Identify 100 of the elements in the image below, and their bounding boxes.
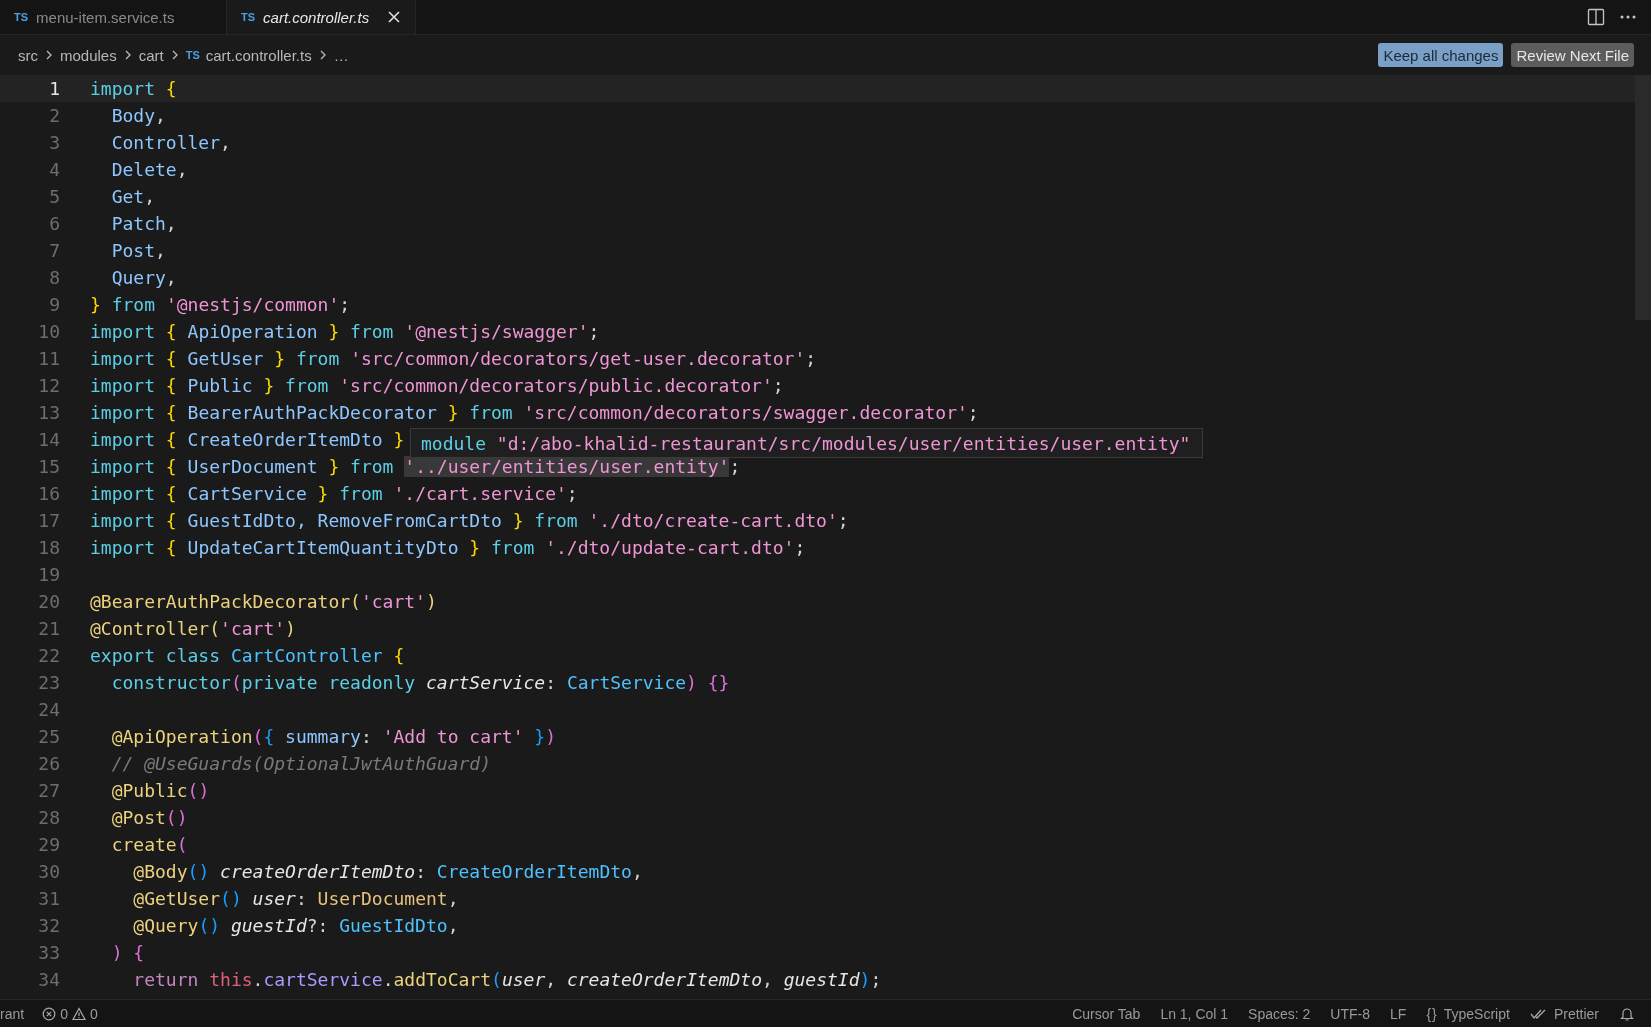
line-number: 11 bbox=[37, 348, 60, 369]
breadcrumb-item[interactable]: cart.controller.ts bbox=[205, 46, 312, 64]
line-number: 19 bbox=[37, 564, 60, 585]
line-number: 30 bbox=[37, 861, 60, 882]
editor-tab[interactable]: TS cart.controller.ts bbox=[227, 0, 417, 34]
tooltip-text: module "d:/abo-khalid-restaurant/src/modules/user/entities/user.entity" bbox=[421, 432, 1191, 454]
code-line: @Query() guestId?: GuestIdDto, bbox=[132, 915, 459, 936]
code-line: } from '@nestjs/common'; bbox=[90, 294, 351, 315]
tab-label: menu-item.service.ts bbox=[36, 8, 175, 26]
line-number: 28 bbox=[37, 807, 60, 828]
code-line: Body, bbox=[110, 105, 166, 126]
line-number: 15 bbox=[37, 456, 60, 477]
status-item[interactable]: UTF-8 bbox=[1330, 1005, 1371, 1022]
line-number: 23 bbox=[37, 672, 60, 693]
ts-label: TS bbox=[14, 11, 29, 23]
code-line: ) { bbox=[110, 942, 145, 963]
line-number: 3 bbox=[48, 132, 60, 153]
code-line: constructor(private readonly cartService: CartService) {} bbox=[110, 672, 730, 693]
code-line: Delete, bbox=[110, 159, 188, 180]
code-line: Controller, bbox=[110, 132, 231, 153]
breadcrumb-item[interactable]: modules bbox=[60, 46, 117, 64]
double-check-icon bbox=[1529, 1007, 1548, 1020]
status-item[interactable]: {} TypeScript bbox=[1426, 1005, 1510, 1022]
line-number: 6 bbox=[48, 213, 60, 234]
notification-bell-icon[interactable] bbox=[1619, 1005, 1635, 1022]
chevron-icon bbox=[123, 49, 132, 61]
line-number: 10 bbox=[37, 321, 60, 342]
breadcrumb-item[interactable]: cart bbox=[138, 46, 164, 64]
line-number: 8 bbox=[48, 267, 60, 288]
breadcrumb-more[interactable]: … bbox=[333, 46, 349, 64]
line-number: 31 bbox=[37, 888, 60, 909]
code-line: @Body() createOrderItemDto: CreateOrderItemDto, bbox=[132, 861, 643, 882]
ts-label: TS bbox=[241, 11, 256, 23]
code-line: @BearerAuthPackDecorator('cart') bbox=[90, 591, 437, 612]
code-line: import { GetUser } from 'src/common/decorators/get-user.decorator'; bbox=[90, 348, 817, 369]
warning-count: 0 bbox=[89, 1005, 98, 1022]
problems-indicator[interactable]: 0 0 bbox=[42, 1005, 98, 1022]
error-count: 0 bbox=[60, 1005, 68, 1022]
line-number: 4 bbox=[48, 159, 60, 180]
code-line: @Controller('cart') bbox=[90, 618, 296, 639]
error-icon bbox=[42, 1006, 57, 1021]
code-line: @Post() bbox=[110, 807, 188, 828]
line-number: 25 bbox=[37, 726, 60, 747]
code-line: import { CartService } from './cart.service'; bbox=[90, 483, 578, 504]
line-number: 24 bbox=[37, 699, 60, 720]
code-line: @Public() bbox=[110, 780, 210, 801]
line-number: 34 bbox=[37, 969, 60, 990]
code-line: @ApiOperation({ summary: 'Add to cart' }) bbox=[110, 726, 557, 747]
keep-changes-button[interactable]: Keep all changes bbox=[1378, 43, 1504, 67]
line-number: 20 bbox=[37, 591, 60, 612]
status-item[interactable]: Cursor Tab bbox=[1072, 1005, 1141, 1022]
code-line: import { UpdateCartItemQuantityDto } from './dto/update-cart.dto'; bbox=[90, 537, 806, 558]
code-line: Post, bbox=[110, 240, 166, 261]
code-line: import { bbox=[90, 78, 177, 99]
code-line: create( bbox=[110, 834, 188, 855]
line-number: 21 bbox=[37, 618, 60, 639]
line-number: 12 bbox=[37, 375, 60, 396]
line-number: 14 bbox=[37, 429, 60, 450]
status-label: Prettier bbox=[1553, 1005, 1599, 1022]
line-number: 18 bbox=[37, 537, 60, 558]
code-line: import { CreateOrderItemDto } bbox=[90, 429, 405, 450]
line-number: 29 bbox=[37, 834, 60, 855]
code-line: return this.cartService.addToCart(user, createOrderItemDto, guestId); bbox=[132, 969, 882, 990]
ts-label: TS bbox=[185, 49, 200, 61]
line-number: 33 bbox=[37, 942, 60, 963]
code-line: Get, bbox=[110, 186, 156, 207]
braces-glyph: {} bbox=[1426, 1005, 1438, 1022]
status-item[interactable]: LF bbox=[1390, 1005, 1407, 1022]
code-line: import { GuestIdDto, RemoveFromCartDto } from './dto/create-cart.dto'; bbox=[90, 510, 849, 531]
line-number: 5 bbox=[48, 186, 60, 207]
review-next-button[interactable]: Review Next File bbox=[1511, 43, 1634, 67]
code-line: export class CartController { bbox=[90, 645, 405, 666]
code-line: @GetUser() user: UserDocument, bbox=[132, 888, 459, 909]
line-number: 26 bbox=[37, 753, 60, 774]
line-number: 1 bbox=[48, 78, 60, 99]
status-item[interactable]: Spaces: 2 bbox=[1248, 1005, 1311, 1022]
line-number: 13 bbox=[37, 402, 60, 423]
status-item[interactable]: Prettier bbox=[1529, 1005, 1599, 1022]
line-number: 16 bbox=[37, 483, 60, 504]
line-number: 27 bbox=[37, 780, 60, 801]
code-line: import { ApiOperation } from '@nestjs/swagger'; bbox=[90, 321, 600, 342]
warning-icon bbox=[71, 1006, 86, 1021]
status-item[interactable]: Ln 1, Col 1 bbox=[1160, 1005, 1229, 1022]
line-number: 17 bbox=[37, 510, 60, 531]
code-line: import { BearerAuthPackDecorator } from 'src/common/decorators/swagger.decorator'; bbox=[90, 402, 979, 423]
status-label: TypeScript bbox=[1443, 1005, 1510, 1022]
close-icon[interactable] bbox=[387, 10, 402, 24]
breadcrumb-item[interactable]: src bbox=[18, 46, 38, 64]
code-line: import { Public } from 'src/common/decorators/public.decorator'; bbox=[90, 375, 784, 396]
code-line: Query, bbox=[110, 267, 177, 288]
status-text: rant bbox=[0, 1005, 25, 1022]
line-number: 9 bbox=[48, 294, 60, 315]
code-line: Patch, bbox=[110, 213, 177, 234]
chevron-icon bbox=[45, 49, 53, 61]
tab-label: cart.controller.ts bbox=[263, 8, 370, 26]
code-line: // @UseGuards(OptionalJwtAuthGuard) bbox=[110, 753, 491, 774]
split-editor-icon[interactable] bbox=[1587, 8, 1605, 26]
line-number: 32 bbox=[37, 915, 60, 936]
line-number: 7 bbox=[48, 240, 60, 261]
line-number: 2 bbox=[48, 105, 60, 126]
